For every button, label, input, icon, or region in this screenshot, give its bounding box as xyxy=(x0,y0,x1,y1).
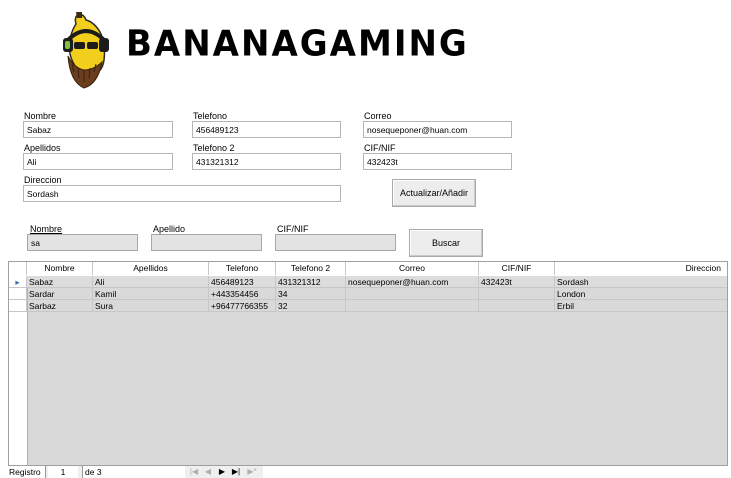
cell-cif[interactable] xyxy=(479,300,555,312)
col-header-cif[interactable]: CIF/NIF xyxy=(479,262,555,275)
cell-apellidos[interactable]: Kamil xyxy=(93,288,209,300)
record-number-field[interactable]: 1 xyxy=(48,466,78,478)
table-row[interactable]: Sarbaz Sura +96477766355 32 Erbil xyxy=(9,300,727,312)
grid-header: Nombre Apellidos Telefono Telefono 2 Cor… xyxy=(9,262,727,277)
correo-label: Correo xyxy=(364,111,392,121)
nombre-label: Nombre xyxy=(24,111,57,121)
col-header-telefono[interactable]: Telefono xyxy=(209,262,276,275)
previous-record-icon[interactable]: ◀ xyxy=(202,466,214,478)
correo-field[interactable]: nosequeponer@huan.com xyxy=(363,121,512,138)
banana-mascot-icon xyxy=(60,10,118,90)
apellidos-field[interactable]: Ali xyxy=(23,153,173,170)
cif-field[interactable]: 432423t xyxy=(363,153,512,170)
first-record-icon[interactable]: |◀ xyxy=(188,466,200,478)
cif-label: CIF/NIF xyxy=(364,143,396,153)
telefono-field[interactable]: 456489123 xyxy=(192,121,341,138)
col-header-direccion[interactable]: Direccion xyxy=(555,262,727,275)
telefono2-label: Telefono 2 xyxy=(193,143,235,153)
table-row[interactable]: Sardar Kamil +443354456 34 London xyxy=(9,288,727,300)
direccion-field[interactable]: Sordash xyxy=(23,185,341,202)
cell-cif[interactable]: 432423t xyxy=(479,276,555,288)
new-record-icon[interactable]: ▶* xyxy=(246,466,258,478)
col-header-nombre[interactable]: Nombre xyxy=(27,262,93,275)
search-cif-label: CIF/NIF xyxy=(277,224,309,234)
corner-cell xyxy=(9,262,27,275)
col-header-telefono2[interactable]: Telefono 2 xyxy=(276,262,346,275)
cell-apellidos[interactable]: Sura xyxy=(93,300,209,312)
cell-direccion[interactable]: London xyxy=(555,288,727,300)
cell-telefono2[interactable]: 34 xyxy=(276,288,346,300)
telefono2-field[interactable]: 431321312 xyxy=(192,153,341,170)
current-row-indicator-icon: ▸ xyxy=(9,276,27,288)
cell-direccion[interactable]: Erbil xyxy=(555,300,727,312)
table-row[interactable]: ▸ Sabaz Ali 456489123 431321312 nosequep… xyxy=(9,276,727,288)
cell-direccion[interactable]: Sordash xyxy=(555,276,727,288)
cell-telefono[interactable]: 456489123 xyxy=(209,276,276,288)
record-count-label: de 3 xyxy=(82,466,185,478)
search-nombre-field[interactable]: sa xyxy=(27,234,138,251)
cell-telefono2[interactable]: 32 xyxy=(276,300,346,312)
search-cif-field[interactable] xyxy=(275,234,396,251)
col-header-apellidos[interactable]: Apellidos xyxy=(93,262,209,275)
cell-correo[interactable]: nosequeponer@huan.com xyxy=(346,276,479,288)
cell-nombre[interactable]: Sardar xyxy=(27,288,93,300)
records-grid: Nombre Apellidos Telefono Telefono 2 Cor… xyxy=(8,261,728,466)
row-header xyxy=(9,288,27,300)
cell-correo[interactable] xyxy=(346,288,479,300)
search-apellido-field[interactable] xyxy=(151,234,262,251)
search-nombre-label: Nombre xyxy=(30,224,63,234)
logo-text: BANANAGAMING xyxy=(126,23,469,65)
search-button[interactable]: Buscar xyxy=(409,229,483,257)
registro-label: Registro xyxy=(8,466,46,478)
cell-telefono2[interactable]: 431321312 xyxy=(276,276,346,288)
cell-nombre[interactable]: Sarbaz xyxy=(27,300,93,312)
cell-nombre[interactable]: Sabaz xyxy=(27,276,93,288)
telefono-label: Telefono xyxy=(193,111,228,121)
cell-cif[interactable] xyxy=(479,288,555,300)
record-navigator: Registro 1 de 3 |◀ ◀ ▶ ▶| ▶* xyxy=(8,466,263,478)
row-header xyxy=(9,300,27,312)
apellidos-label: Apellidos xyxy=(24,143,61,153)
col-header-correo[interactable]: Correo xyxy=(346,262,479,275)
cell-telefono[interactable]: +96477766355 xyxy=(209,300,276,312)
search-apellido-label: Apellido xyxy=(153,224,186,234)
cell-apellidos[interactable]: Ali xyxy=(93,276,209,288)
cell-telefono[interactable]: +443354456 xyxy=(209,288,276,300)
nombre-field[interactable]: Sabaz xyxy=(23,121,173,138)
last-record-icon[interactable]: ▶| xyxy=(230,466,242,478)
cell-correo[interactable] xyxy=(346,300,479,312)
next-record-icon[interactable]: ▶ xyxy=(216,466,228,478)
direccion-label: Direccion xyxy=(24,175,62,185)
update-button[interactable]: Actualizar/Añadir xyxy=(392,179,476,207)
